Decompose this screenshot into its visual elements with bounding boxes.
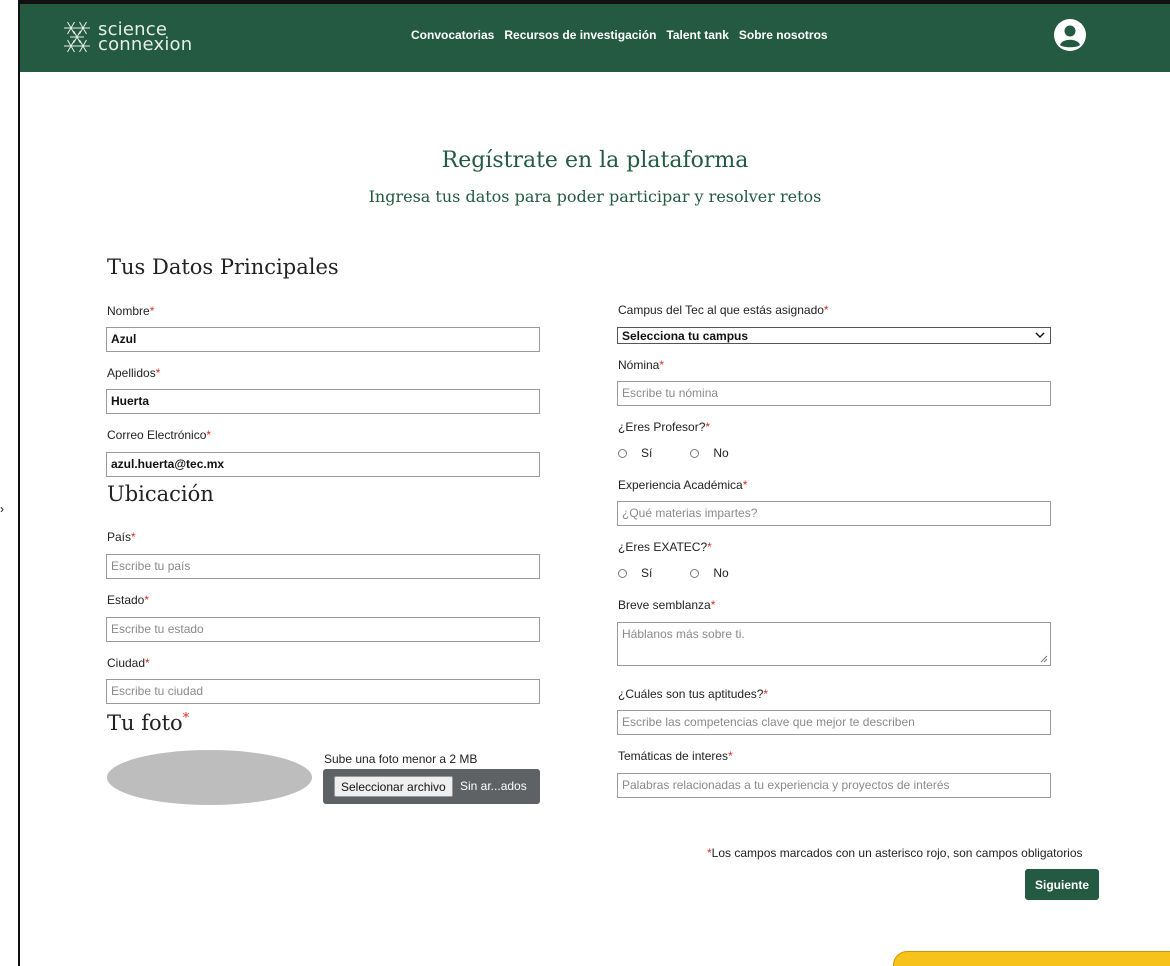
chat-widget-tab[interactable] (893, 951, 1170, 966)
semblanza-textarea[interactable]: Háblanos más sobre ti. (617, 622, 1051, 666)
exatec-yes-label: Sí (641, 566, 653, 580)
correo-label: Correo Electrónico* (107, 428, 212, 442)
nav-sobre-nosotros[interactable]: Sobre nosotros (739, 28, 828, 42)
estado-input[interactable]: Escribe tu estado (106, 617, 540, 642)
logo-text: science connexion (98, 21, 193, 55)
profesor-yes-label: Sí (641, 446, 653, 460)
apellidos-label: Apellidos* (107, 366, 161, 380)
aptitudes-input[interactable]: Escribe las competencias clave que mejor… (617, 710, 1051, 735)
resize-grip-icon[interactable] (1040, 655, 1048, 663)
chevron-down-icon (1035, 332, 1045, 338)
file-upload: Seleccionar archivo Sin ar...ados (323, 769, 540, 804)
aptitudes-label: ¿Cuáles son tus aptitudes?* (618, 687, 769, 701)
profesor-radio-group: Sí No (618, 446, 767, 460)
profesor-no-option[interactable]: No (690, 446, 729, 460)
profesor-no-radio[interactable] (690, 448, 700, 458)
section-heading-foto: Tu foto* (107, 711, 190, 735)
photo-placeholder (107, 750, 312, 805)
user-account-icon[interactable] (1053, 18, 1087, 52)
required-fields-note: *Los campos marcados con un asterisco ro… (707, 846, 1083, 860)
pais-input[interactable]: Escribe tu país (106, 554, 540, 579)
ciudad-input[interactable]: Escribe tu ciudad (106, 679, 540, 704)
nombre-label: Nombre* (107, 304, 155, 318)
semblanza-placeholder: Háblanos más sobre ti. (622, 627, 745, 641)
section-heading-ubicacion: Ubicación (107, 482, 214, 506)
nomina-label: Nómina* (618, 358, 665, 372)
nombre-input[interactable]: Azul (106, 327, 540, 352)
left-border (18, 0, 20, 966)
exatec-no-label: No (713, 566, 729, 580)
logo-line-2: connexion (98, 34, 193, 55)
nav-convocatorias[interactable]: Convocatorias (411, 28, 494, 42)
next-button[interactable]: Siguiente (1025, 869, 1099, 900)
exatec-yes-radio[interactable] (618, 568, 627, 578)
page-title: Regístrate en la plataforma (441, 148, 749, 173)
profesor-yes-radio[interactable] (618, 448, 627, 458)
top-navbar: science connexion Convocatorias Recursos… (20, 0, 1170, 72)
exatec-yes-option[interactable]: Sí (618, 566, 652, 580)
nav-recursos[interactable]: Recursos de investigación (504, 28, 656, 42)
campus-selected-value: Selecciona tu campus (622, 329, 749, 343)
experiencia-label: Experiencia Académica* (618, 478, 748, 492)
nomina-input[interactable]: Escribe tu nómina (617, 381, 1051, 406)
exatec-radio-group: Sí No (618, 566, 767, 580)
logo[interactable]: science connexion (60, 18, 192, 56)
campus-label: Campus del Tec al que estás asignado* (618, 303, 829, 317)
exatec-no-option[interactable]: No (690, 566, 729, 580)
correo-input[interactable]: azul.huerta@tec.mx (106, 452, 540, 477)
upload-hint: Sube una foto menor a 2 MB (324, 752, 478, 766)
semblanza-label: Breve semblanza* (618, 598, 716, 612)
estado-label: Estado* (107, 593, 150, 607)
campus-select[interactable]: Selecciona tu campus (617, 327, 1051, 344)
experiencia-input[interactable]: ¿Qué materias impartes? (617, 501, 1051, 526)
pais-label: País* (107, 530, 136, 544)
page-subtitle: Ingresa tus datos para poder participar … (368, 187, 822, 206)
select-file-button[interactable]: Seleccionar archivo (334, 776, 453, 797)
snowflake-logo-icon (64, 21, 90, 53)
exatec-label: ¿Eres EXATEC?* (618, 540, 712, 554)
profesor-yes-option[interactable]: Sí (618, 446, 652, 460)
file-status: Sin ar...ados (460, 779, 527, 793)
nav-talent-tank[interactable]: Talent tank (666, 28, 728, 42)
exatec-no-radio[interactable] (690, 568, 700, 578)
edge-mark: › (0, 502, 4, 516)
apellidos-input[interactable]: Huerta (106, 389, 540, 414)
profesor-label: ¿Eres Profesor?* (618, 420, 711, 434)
tematicas-input[interactable]: Palabras relacionadas a tu experiencia y… (617, 773, 1051, 798)
section-heading-datos: Tus Datos Principales (107, 255, 339, 279)
tematicas-label: Temáticas de interes* (618, 749, 733, 763)
profesor-no-label: No (713, 446, 729, 460)
main-nav: Convocatorias Recursos de investigación … (411, 28, 828, 42)
ciudad-label: Ciudad* (107, 656, 150, 670)
